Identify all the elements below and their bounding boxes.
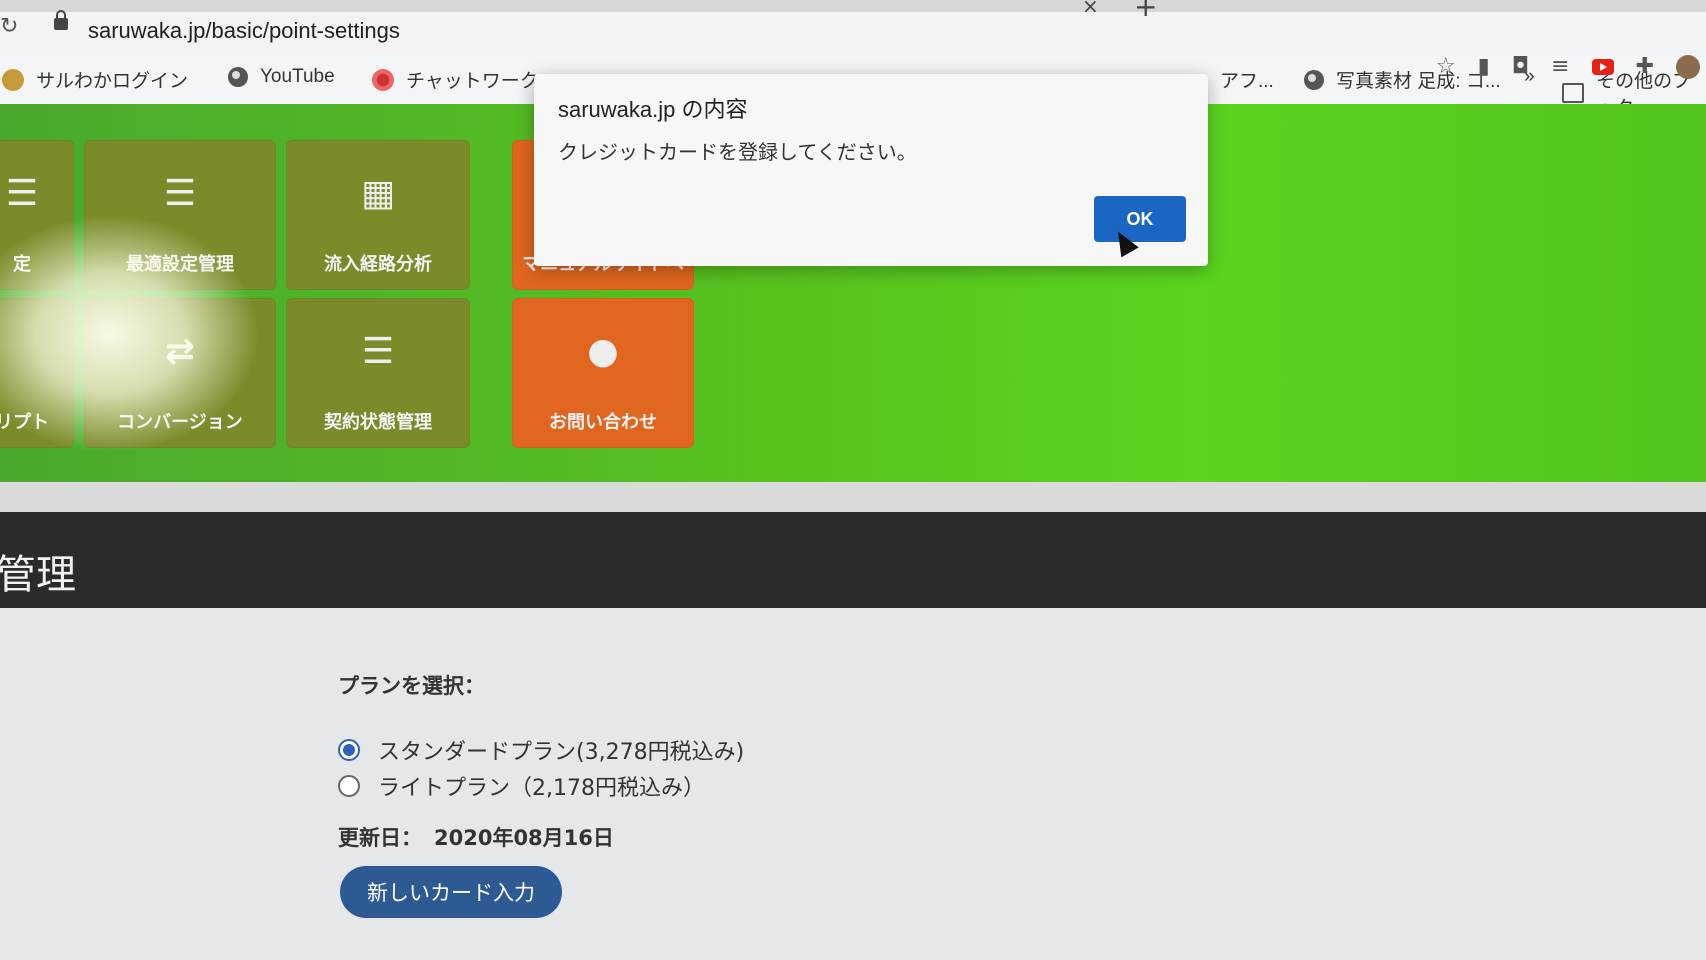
swap-arrows-icon: ⇄: [164, 331, 196, 372]
bookmark-chatwork[interactable]: チャットワーク: [372, 66, 539, 93]
bookmark-saruwaka-login[interactable]: サルわかログイン: [2, 66, 188, 93]
section-header: 管理: [0, 512, 1706, 608]
tile-conversion[interactable]: ⇄ コンバージョン: [84, 298, 276, 448]
alert-message: クレジットカードを登録してください。: [558, 140, 917, 164]
saruwaka-favicon-icon: [2, 68, 24, 91]
ok-button[interactable]: OK: [1094, 196, 1186, 242]
bookmark-label: チャットワーク: [406, 71, 539, 92]
new-tab-icon[interactable]: +: [1134, 0, 1157, 23]
bookmark-label: YouTube: [260, 66, 335, 87]
list-icon: ☰: [361, 331, 395, 372]
browser-toolbar: ↻ saruwaka.jp/basic/point-settings × +: [0, 0, 1706, 56]
bookmark-label: アフ...: [1220, 71, 1274, 92]
tile-label: 契約状態管理: [324, 412, 432, 433]
avatar[interactable]: [1676, 55, 1700, 79]
folder-icon: [1562, 83, 1585, 103]
camera-icon[interactable]: ◘: [1512, 56, 1529, 78]
bookmark-affiliate[interactable]: アフ...: [1220, 66, 1274, 93]
tile-label: 定: [13, 254, 31, 275]
qr-icon: ▦: [360, 173, 396, 214]
tile-optimal-settings[interactable]: ☰ 最適設定管理: [84, 140, 276, 290]
plan-option-light[interactable]: ライトプラン（2,178円税込み）: [338, 770, 705, 802]
plan-form: プランを選択： スタンダードプラン(3,278円税込み) ライトプラン（2,17…: [0, 608, 1706, 960]
alert-dialog: saruwaka.jp の内容 クレジットカードを登録してください。 OK: [534, 74, 1208, 266]
updated-date: 更新日： 2020年08月16日: [338, 822, 614, 852]
globe-icon: [228, 67, 248, 87]
youtube-extension-icon[interactable]: [1591, 59, 1614, 75]
plan-option-label: スタンダードプラン(3,278円税込み): [378, 740, 745, 765]
page-title: 管理: [0, 552, 76, 598]
updated-label: 更新日：: [338, 826, 422, 850]
radio-standard[interactable]: [338, 739, 360, 761]
plan-heading: プランを選択：: [338, 674, 485, 698]
bookmark-label: サルわかログイン: [36, 71, 189, 92]
tab-strip: [0, 0, 1706, 12]
star-icon[interactable]: ☆: [1436, 56, 1456, 78]
updated-value: 2020年08月16日: [434, 826, 614, 850]
extension-toolbar: ☆ ▮ ◘ ≡ ✚: [1436, 50, 1706, 84]
sliders-icon[interactable]: ≡: [1551, 56, 1569, 78]
tile-settings[interactable]: ☰ 定: [0, 140, 74, 290]
speech-bubble-icon: ●: [587, 331, 619, 372]
tile-label: 流入経路分析: [324, 254, 432, 275]
tile-contact[interactable]: ● お問い合わせ: [512, 298, 694, 448]
list-icon: ☰: [163, 173, 197, 214]
close-tab-icon[interactable]: ×: [1082, 0, 1099, 18]
alert-title: saruwaka.jp の内容: [558, 97, 748, 122]
plan-option-standard[interactable]: スタンダードプラン(3,278円税込み): [338, 734, 744, 766]
tile-script[interactable]: リプト: [0, 298, 74, 448]
tile-label: 最適設定管理: [126, 254, 234, 275]
puzzle-icon[interactable]: ✚: [1636, 56, 1654, 78]
address-bar[interactable]: saruwaka.jp/basic/point-settings: [88, 18, 400, 44]
radio-light[interactable]: [338, 775, 360, 797]
list-icon: ☰: [5, 173, 39, 214]
divider: [0, 482, 1706, 512]
globe-icon: [1304, 69, 1324, 90]
tile-label: お問い合わせ: [549, 412, 657, 433]
tile-label: リプト: [0, 412, 49, 433]
new-card-button[interactable]: 新しいカード入力: [340, 866, 562, 918]
tile-contract-status[interactable]: ☰ 契約状態管理: [286, 298, 470, 448]
reload-icon[interactable]: ↻: [0, 14, 18, 39]
lock-icon[interactable]: [54, 10, 68, 30]
tile-traffic-analysis[interactable]: ▦ 流入経路分析: [286, 140, 470, 290]
bookmark-youtube[interactable]: YouTube: [228, 66, 335, 88]
tile-label: コンバージョン: [117, 412, 243, 433]
chatwork-icon: [372, 68, 394, 91]
plan-option-label: ライトプラン（2,178円税込み）: [378, 776, 705, 801]
sidebar-icon[interactable]: ▮: [1478, 56, 1490, 78]
